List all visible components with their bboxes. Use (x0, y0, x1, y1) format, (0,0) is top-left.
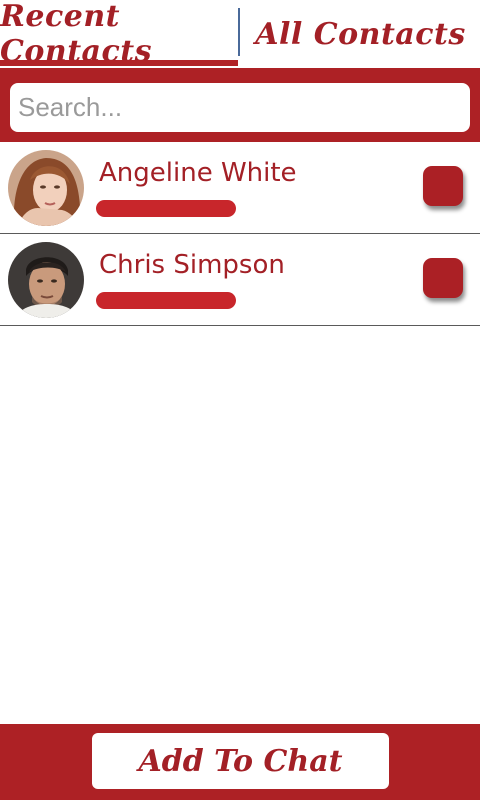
tab-all-contacts[interactable]: All Contacts (241, 0, 480, 68)
tab-recent-contacts[interactable]: Recent Contacts (0, 0, 239, 69)
contact-select-checkbox[interactable] (423, 166, 463, 206)
tab-bar: Recent Contacts All Contacts (0, 0, 480, 69)
redacted-phone-number (96, 292, 236, 309)
contact-row[interactable]: Angeline White (0, 142, 480, 234)
avatar (8, 242, 84, 318)
male-avatar-icon (8, 242, 84, 318)
tab-divider (238, 8, 240, 56)
contact-select-checkbox[interactable] (423, 258, 463, 298)
search-input[interactable] (10, 83, 470, 132)
contact-name: Angeline White (99, 158, 297, 188)
female-avatar-icon (8, 150, 84, 226)
contact-name: Chris Simpson (99, 250, 285, 280)
contact-row[interactable]: Chris Simpson (0, 234, 480, 326)
avatar (8, 150, 84, 226)
redacted-phone-number (96, 200, 236, 217)
selected-tab-indicator (0, 60, 238, 66)
add-to-chat-button[interactable]: Add To Chat (92, 733, 389, 789)
